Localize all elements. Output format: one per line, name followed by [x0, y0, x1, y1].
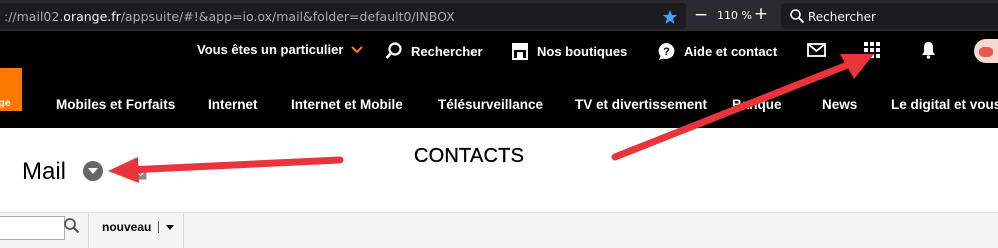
nav-mobiles-forfaits[interactable]: Mobiles et Forfaits: [56, 97, 175, 112]
arrow-to-dropdown-line: [124, 156, 344, 174]
zoom-out-button[interactable]: −: [692, 6, 710, 24]
apps-grid-icon[interactable]: [864, 42, 880, 58]
annotation-label: CONTACTS: [414, 145, 525, 167]
aide-label: Aide et contact: [684, 44, 778, 59]
particulier-selector[interactable]: Vous êtes un particulier: [197, 42, 364, 57]
chevron-down-icon: [351, 45, 364, 53]
search-icon[interactable]: [63, 217, 81, 235]
address-url[interactable]: ://mail02.orange.fr/appsuite/#!&app=io.o…: [4, 9, 455, 24]
browser-search-input[interactable]: Rechercher: [781, 3, 998, 29]
envelope-icon: [134, 170, 147, 180]
header-search-label: Rechercher: [411, 43, 483, 59]
zoom-in-button[interactable]: +: [752, 5, 770, 23]
avatar[interactable]: [974, 39, 998, 63]
header-search-link[interactable]: Rechercher: [385, 42, 483, 60]
nav-digital-et-vous[interactable]: Le digital et vous: [891, 97, 998, 112]
browser-toolbar: ://mail02.orange.fr/appsuite/#!&app=io.o…: [0, 0, 998, 31]
nav-news[interactable]: News: [822, 97, 857, 112]
nav-banque[interactable]: Banque: [732, 97, 782, 112]
orange-logo[interactable]: nge: [0, 68, 22, 111]
search-icon: [790, 9, 805, 24]
zoom-level[interactable]: 110 %: [717, 9, 752, 22]
toolbar-divider: [183, 213, 184, 248]
boutiques-label: Nos boutiques: [537, 43, 628, 59]
new-dropdown-caret-icon[interactable]: [166, 225, 174, 230]
search-icon: [385, 42, 402, 59]
store-icon: [512, 43, 528, 60]
notifications-bell-icon[interactable]: [921, 41, 936, 59]
bookmark-star-icon[interactable]: [662, 9, 678, 25]
address-bar[interactable]: ://mail02.orange.fr/appsuite/#!&app=io.o…: [0, 3, 686, 29]
nav-telesurveillance[interactable]: Télésurveillance: [438, 97, 543, 112]
nav-internet[interactable]: Internet: [208, 97, 258, 112]
toolbar-divider: [88, 213, 89, 248]
site-header: Vous êtes un particulier Rechercher Nos …: [0, 31, 998, 128]
mail-search-input[interactable]: [0, 216, 65, 240]
new-button-separator: [158, 221, 159, 233]
nav-tv-divertissement[interactable]: TV et divertissement: [575, 97, 707, 112]
mail-toolbar: nouveau: [0, 212, 998, 248]
page-title: Mail: [22, 158, 67, 185]
boutiques-link[interactable]: Nos boutiques: [511, 42, 627, 60]
aide-contact-link[interactable]: ? Aide et contact: [657, 42, 777, 61]
orange-logo-text: nge: [0, 97, 11, 109]
svg-text:?: ?: [663, 46, 670, 58]
new-button[interactable]: nouveau: [102, 220, 151, 234]
nav-internet-mobile[interactable]: Internet et Mobile: [291, 97, 403, 112]
mail-icon[interactable]: [807, 43, 826, 57]
search-placeholder: Rechercher: [808, 10, 876, 24]
particulier-label: Vous êtes un particulier: [197, 42, 344, 57]
help-icon: ?: [658, 43, 675, 60]
app-switcher-dropdown[interactable]: [83, 161, 103, 181]
